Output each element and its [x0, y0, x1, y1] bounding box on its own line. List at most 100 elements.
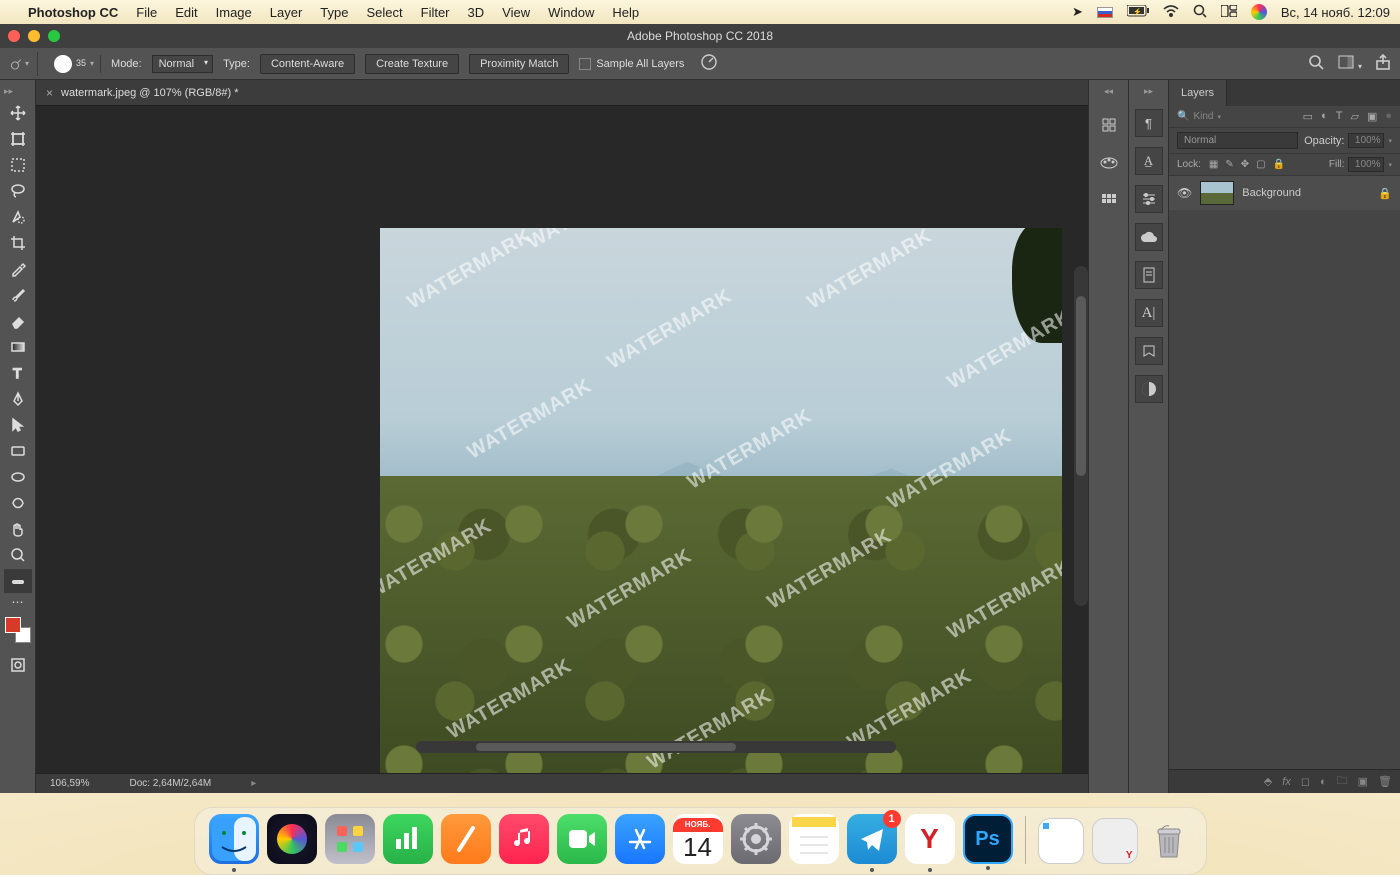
glyphs-icon[interactable]: A| — [1135, 299, 1163, 327]
lock-artboard-icon[interactable]: ▢ — [1256, 159, 1265, 170]
vertical-scrollbar[interactable] — [1074, 266, 1088, 606]
brush-tool[interactable] — [4, 283, 32, 307]
menu-edit[interactable]: Edit — [175, 5, 197, 20]
link-layers-icon[interactable]: ⬘ — [1264, 775, 1272, 788]
layer-item[interactable]: 👁 Background 🔒 — [1169, 176, 1400, 210]
canvas-viewport[interactable]: WATERMARK WATERMARK WATERMARK WATERMARK … — [36, 106, 1088, 773]
filter-shape-icon[interactable]: ▱ — [1350, 110, 1358, 123]
visibility-icon[interactable]: 👁 — [1177, 186, 1192, 200]
artboard-tool[interactable] — [4, 127, 32, 151]
spotlight-icon[interactable] — [1193, 4, 1207, 21]
lock-all-icon[interactable]: 🔒 — [1273, 159, 1285, 170]
share-icon[interactable] — [1376, 54, 1390, 73]
traffic-lights[interactable] — [8, 30, 60, 42]
paragraph-icon[interactable]: ¶ — [1135, 109, 1163, 137]
collapse-panels-icon[interactable]: ◂◂ — [1102, 84, 1115, 99]
notes-icon[interactable] — [789, 814, 839, 864]
zoom-tool[interactable] — [4, 543, 32, 567]
trash-icon[interactable] — [1146, 818, 1192, 864]
recent-file-1[interactable] — [1038, 818, 1084, 864]
libraries-icon[interactable] — [1095, 113, 1123, 137]
location-icon[interactable]: ➤ — [1072, 4, 1083, 20]
new-layer-icon[interactable]: ▣ — [1358, 775, 1368, 788]
eyedropper-tool[interactable] — [4, 257, 32, 281]
music-icon[interactable] — [499, 814, 549, 864]
pages-icon[interactable] — [441, 814, 491, 864]
search-icon[interactable] — [1308, 54, 1324, 73]
swatches-icon[interactable] — [1095, 189, 1123, 213]
create-texture-button[interactable]: Create Texture — [365, 54, 459, 74]
menu-image[interactable]: Image — [216, 5, 252, 20]
close-window-button[interactable] — [8, 30, 20, 42]
crop-tool[interactable] — [4, 231, 32, 255]
window-titlebar[interactable]: Adobe Photoshop CC 2018 — [0, 24, 1400, 48]
battery-icon[interactable]: ⚡ — [1127, 5, 1149, 20]
doc-size[interactable]: Doc: 2,64M/2,64M — [129, 778, 211, 789]
layer-group-icon[interactable]: 🗀 — [1337, 772, 1348, 791]
workspace-switcher-icon[interactable]: ▾ — [1338, 55, 1362, 72]
content-aware-button[interactable]: Content-Aware — [260, 54, 355, 74]
foreground-color[interactable] — [5, 617, 21, 633]
siri-icon[interactable] — [1251, 4, 1267, 20]
expand-panels-icon[interactable]: ▸▸ — [1142, 84, 1155, 99]
character-icon[interactable]: A̲ — [1135, 147, 1163, 175]
mode-select[interactable]: Normal▾ — [152, 55, 213, 73]
quick-mask-icon[interactable] — [4, 653, 32, 677]
menu-layer[interactable]: Layer — [270, 5, 303, 20]
ellipse-tool[interactable] — [4, 465, 32, 489]
layer-mask-icon[interactable]: ◻ — [1301, 775, 1310, 788]
gradient-tool[interactable] — [4, 335, 32, 359]
delete-layer-icon[interactable]: 🗑 — [1378, 775, 1392, 788]
actions-icon[interactable] — [1135, 337, 1163, 365]
proximity-match-button[interactable]: Proximity Match — [469, 54, 569, 74]
menu-window[interactable]: Window — [548, 5, 594, 20]
color-icon[interactable] — [1095, 151, 1123, 175]
menu-file[interactable]: File — [136, 5, 157, 20]
appstore-icon[interactable] — [615, 814, 665, 864]
lock-transparency-icon[interactable]: ▦ — [1209, 159, 1218, 170]
yandex-icon[interactable]: Y — [905, 814, 955, 864]
collapse-toolbar-icon[interactable]: ▸▸ — [0, 84, 17, 99]
zoom-window-button[interactable] — [48, 30, 60, 42]
hand-tool[interactable] — [4, 517, 32, 541]
lock-position-icon[interactable]: ✥ — [1241, 159, 1249, 170]
filter-adjust-icon[interactable]: ◐ — [1321, 110, 1328, 123]
color-swatch[interactable] — [5, 617, 31, 643]
filter-type-icon[interactable]: T — [1336, 110, 1343, 123]
menu-3d[interactable]: 3D — [468, 5, 485, 20]
brush-preset[interactable]: 35 ▾ — [48, 55, 101, 73]
creative-cloud-icon[interactable] — [1135, 223, 1163, 251]
menu-type[interactable]: Type — [320, 5, 348, 20]
settings-icon[interactable] — [731, 814, 781, 864]
menu-view[interactable]: View — [502, 5, 530, 20]
pressure-icon[interactable] — [700, 53, 718, 74]
marquee-tool[interactable] — [4, 153, 32, 177]
zoom-level[interactable]: 106,59% — [50, 778, 89, 789]
quick-select-tool[interactable] — [4, 205, 32, 229]
menu-filter[interactable]: Filter — [421, 5, 450, 20]
input-language-icon[interactable] — [1097, 7, 1113, 18]
control-center-icon[interactable] — [1221, 5, 1237, 20]
healing-brush-tool[interactable] — [4, 569, 32, 593]
launchpad-icon[interactable] — [325, 814, 375, 864]
finder-icon[interactable] — [209, 814, 259, 864]
layer-thumbnail[interactable] — [1200, 181, 1234, 205]
move-tool[interactable] — [4, 101, 32, 125]
filter-kind[interactable]: 🔍 Kind ▾ — [1177, 111, 1297, 122]
fill-value[interactable]: 100% — [1348, 157, 1384, 172]
document-tab[interactable]: × watermark.jpeg @ 107% (RGB/8#) * — [36, 80, 1088, 106]
type-tool[interactable]: T — [4, 361, 32, 385]
canvas[interactable]: WATERMARK WATERMARK WATERMARK WATERMARK … — [380, 228, 1062, 773]
menu-select[interactable]: Select — [366, 5, 402, 20]
opacity-value[interactable]: 100% — [1348, 133, 1384, 148]
minimize-window-button[interactable] — [28, 30, 40, 42]
siri-icon[interactable] — [267, 814, 317, 864]
layers-tab[interactable]: Layers — [1169, 80, 1400, 106]
menu-help[interactable]: Help — [612, 5, 639, 20]
sample-all-layers-checkbox[interactable]: Sample All Layers — [579, 58, 684, 70]
path-select-tool[interactable] — [4, 413, 32, 437]
filter-smart-icon[interactable]: ▣ — [1367, 110, 1377, 123]
custom-shape-tool[interactable] — [4, 491, 32, 515]
filter-pixel-icon[interactable]: ▭ — [1303, 110, 1313, 123]
pen-tool[interactable] — [4, 387, 32, 411]
